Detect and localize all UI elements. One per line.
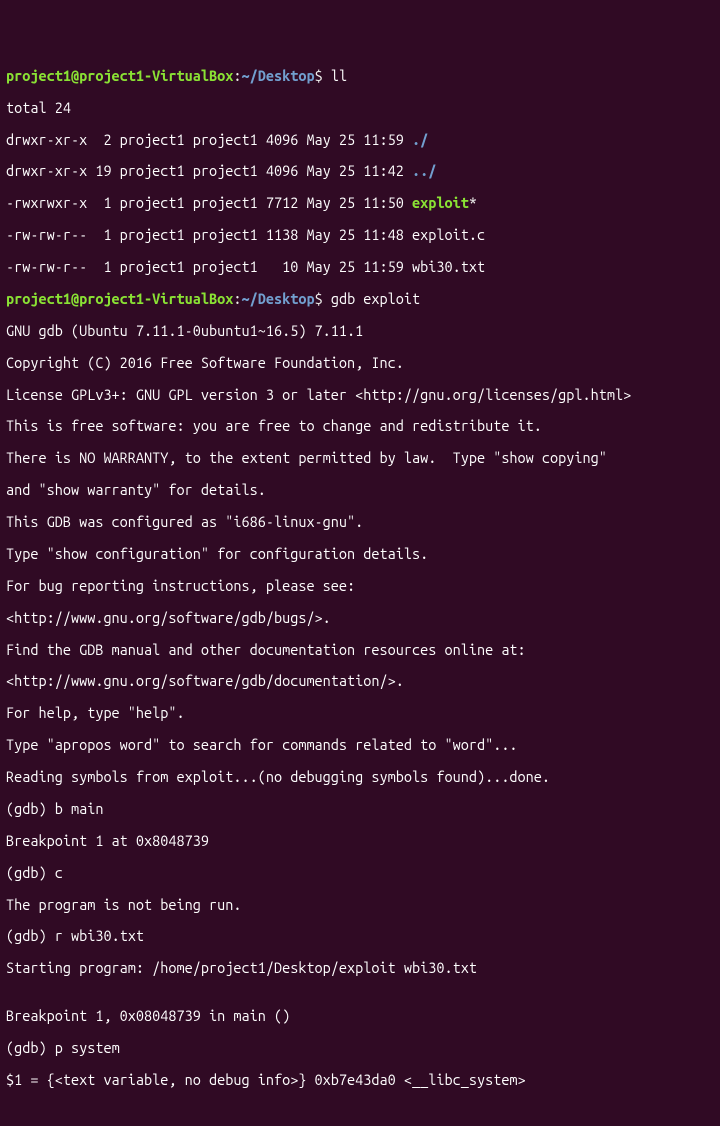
gdb-prompt-line: (gdb) c [6, 865, 714, 881]
gdb-output: Reading symbols from exploit...(no debug… [6, 769, 714, 785]
gdb-prompt: (gdb) [6, 864, 55, 881]
gdb-output: For bug reporting instructions, please s… [6, 578, 714, 594]
gdb-output: $1 = {<text variable, no debug info>} 0x… [6, 1072, 714, 1088]
gdb-prompt: (gdb) [6, 800, 55, 817]
ls-total: total 24 [6, 100, 714, 116]
gdb-command[interactable]: c [55, 864, 63, 881]
gdb-command[interactable]: b main [55, 800, 104, 817]
gdb-prompt-line: (gdb) b main [6, 801, 714, 817]
user-host: project1@project1-VirtualBox [6, 290, 233, 307]
terminal-output[interactable]: project1@project1-VirtualBox:~/Desktop$ … [6, 68, 714, 1088]
ls-row: -rwxrwxr-x 1 project1 project1 7712 May … [6, 195, 714, 211]
ls-row: drwxr-xr-x 2 project1 project1 4096 May … [6, 132, 714, 148]
gdb-output: Copyright (C) 2016 Free Software Foundat… [6, 355, 714, 371]
gdb-output: Type "apropos word" to search for comman… [6, 737, 714, 753]
gdb-output: This is free software: you are free to c… [6, 418, 714, 434]
gdb-output: License GPLv3+: GNU GPL version 3 or lat… [6, 387, 714, 403]
gdb-output: For help, type "help". [6, 705, 714, 721]
ls-row: drwxr-xr-x 19 project1 project1 4096 May… [6, 163, 714, 179]
gdb-output: <http://www.gnu.org/software/gdb/documen… [6, 673, 714, 689]
prompt-line-1: project1@project1-VirtualBox:~/Desktop$ … [6, 68, 714, 84]
cwd-path: ~/Desktop [241, 290, 314, 307]
user-host: project1@project1-VirtualBox [6, 67, 233, 84]
gdb-prompt: (gdb) [6, 1039, 55, 1056]
gdb-prompt: (gdb) [6, 927, 55, 944]
gdb-output: Find the GDB manual and other documentat… [6, 642, 714, 658]
gdb-output: The program is not being run. [6, 897, 714, 913]
gdb-output: and "show warranty" for details. [6, 482, 714, 498]
exec-name: exploit [412, 194, 469, 211]
gdb-command[interactable]: r wbi30.txt [55, 927, 144, 944]
cwd-path: ~/Desktop [241, 67, 314, 84]
gdb-output: This GDB was configured as "i686-linux-g… [6, 514, 714, 530]
dir-name: ../ [412, 162, 436, 179]
gdb-prompt-line: (gdb) r wbi30.txt [6, 928, 714, 944]
gdb-output: Breakpoint 1 at 0x8048739 [6, 833, 714, 849]
gdb-command[interactable]: p system [55, 1039, 120, 1056]
gdb-output: GNU gdb (Ubuntu 7.11.1-0ubuntu1~16.5) 7.… [6, 323, 714, 339]
gdb-output: Breakpoint 1, 0x08048739 in main () [6, 1008, 714, 1024]
gdb-output: Starting program: /home/project1/Desktop… [6, 960, 714, 976]
command-input[interactable]: gdb exploit [331, 290, 420, 307]
command-input[interactable]: ll [331, 67, 347, 84]
ls-row: -rw-rw-r-- 1 project1 project1 10 May 25… [6, 259, 714, 275]
ls-row: -rw-rw-r-- 1 project1 project1 1138 May … [6, 227, 714, 243]
gdb-prompt-line: (gdb) p system [6, 1040, 714, 1056]
dir-name: ./ [412, 131, 428, 148]
gdb-output: Type "show configuration" for configurat… [6, 546, 714, 562]
gdb-output: There is NO WARRANTY, to the extent perm… [6, 450, 714, 466]
gdb-output: <http://www.gnu.org/software/gdb/bugs/>. [6, 610, 714, 626]
prompt-line-2: project1@project1-VirtualBox:~/Desktop$ … [6, 291, 714, 307]
